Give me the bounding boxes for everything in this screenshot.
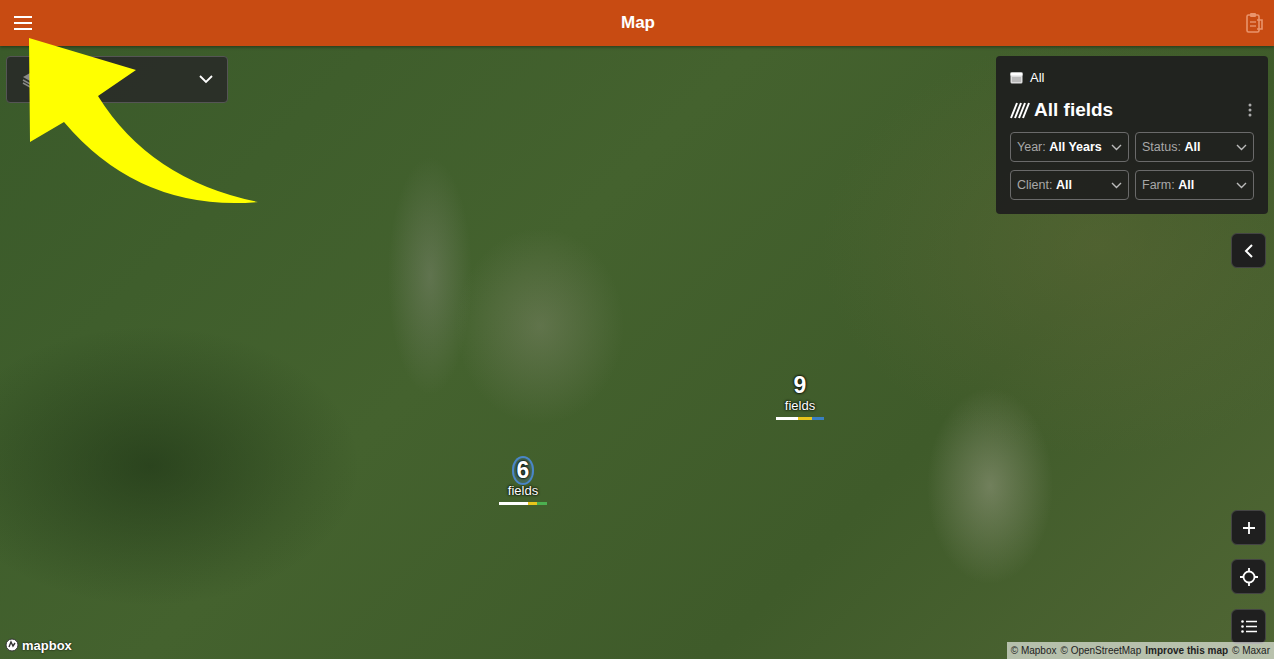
filter-text: Status: All: [1142, 138, 1200, 157]
filter-key: Status:: [1142, 140, 1181, 154]
cluster-count: 6: [514, 458, 533, 483]
mapbox-logo-text: mapbox: [22, 636, 72, 656]
filter-select[interactable]: Year: All Years: [1010, 132, 1129, 162]
cluster-label: fields: [508, 483, 538, 499]
kebab-icon: [1248, 103, 1252, 117]
status-segment: [537, 502, 547, 505]
date-filter-label: All: [1030, 68, 1044, 88]
calendar-icon: [1010, 71, 1023, 84]
panel-title: All fields: [1010, 96, 1113, 125]
layer-select[interactable]: [6, 56, 228, 103]
mapbox-mark-icon: [5, 638, 19, 652]
chevron-left-icon: [1244, 244, 1254, 258]
field-cluster[interactable]: 6fields: [499, 458, 547, 505]
chevron-down-icon: [1236, 144, 1247, 151]
date-filter[interactable]: All: [1010, 68, 1254, 88]
crosshair-icon: [1240, 568, 1258, 586]
attribution-link[interactable]: © Maxar: [1232, 643, 1270, 658]
hamburger-icon: [14, 16, 32, 30]
export-button[interactable]: [1242, 10, 1266, 36]
app: Map All All fields Year: All: [0, 0, 1274, 659]
list-button[interactable]: [1231, 609, 1266, 644]
map-canvas[interactable]: All All fields Year: All Years Status: Al…: [0, 46, 1274, 659]
chevron-down-icon: [199, 75, 213, 84]
clipboard-icon: [1244, 12, 1264, 34]
status-bar: [776, 417, 824, 420]
status-segment: [812, 417, 824, 420]
filter-value: All Years: [1049, 140, 1102, 154]
field-cluster[interactable]: 9fields: [776, 373, 824, 420]
status-segment: [798, 417, 812, 420]
status-segment: [499, 502, 528, 505]
filter-key: Farm:: [1142, 178, 1175, 192]
filter-value: All: [1056, 178, 1072, 192]
list-icon: [1241, 620, 1257, 633]
layers-icon: [21, 71, 39, 89]
filter-value: All: [1178, 178, 1194, 192]
filter-text: Client: All: [1017, 176, 1072, 195]
menu-button[interactable]: [12, 14, 34, 32]
locate-button[interactable]: [1231, 559, 1266, 594]
filter-grid: Year: All YearsStatus: AllClient: AllFar…: [1010, 132, 1254, 200]
attribution-link[interactable]: © OpenStreetMap: [1061, 643, 1142, 658]
attribution: © Mapbox © OpenStreetMapImprove this map ©…: [1007, 642, 1274, 659]
filter-text: Year: All Years: [1017, 138, 1102, 157]
page-title: Map: [621, 10, 655, 36]
filter-select[interactable]: Client: All: [1010, 170, 1129, 200]
fields-icon: [1010, 101, 1030, 119]
filter-select[interactable]: Farm: All: [1135, 170, 1254, 200]
plus-icon: [1242, 521, 1256, 535]
cluster-count: 9: [791, 373, 810, 398]
top-bar: Map: [0, 0, 1274, 46]
chevron-down-icon: [1111, 144, 1122, 151]
mapbox-logo[interactable]: mapbox: [5, 636, 72, 656]
attribution-link[interactable]: Improve this map: [1145, 643, 1228, 658]
fields-panel: All All fields Year: All Years Status: Al…: [996, 56, 1268, 214]
cluster-label: fields: [785, 398, 815, 414]
status-segment: [528, 502, 538, 505]
filter-key: Year:: [1017, 140, 1046, 154]
status-segment: [776, 417, 798, 420]
collapse-panel-button[interactable]: [1231, 233, 1266, 268]
filter-select[interactable]: Status: All: [1135, 132, 1254, 162]
filter-value: All: [1184, 140, 1200, 154]
panel-title-text: All fields: [1034, 96, 1113, 125]
chevron-down-icon: [1111, 182, 1122, 189]
attribution-link[interactable]: © Mapbox: [1011, 643, 1057, 658]
status-bar: [499, 502, 547, 505]
filter-text: Farm: All: [1142, 176, 1194, 195]
chevron-down-icon: [1236, 182, 1247, 189]
filter-key: Client:: [1017, 178, 1052, 192]
panel-menu-button[interactable]: [1246, 101, 1254, 119]
zoom-in-button[interactable]: [1231, 510, 1266, 545]
